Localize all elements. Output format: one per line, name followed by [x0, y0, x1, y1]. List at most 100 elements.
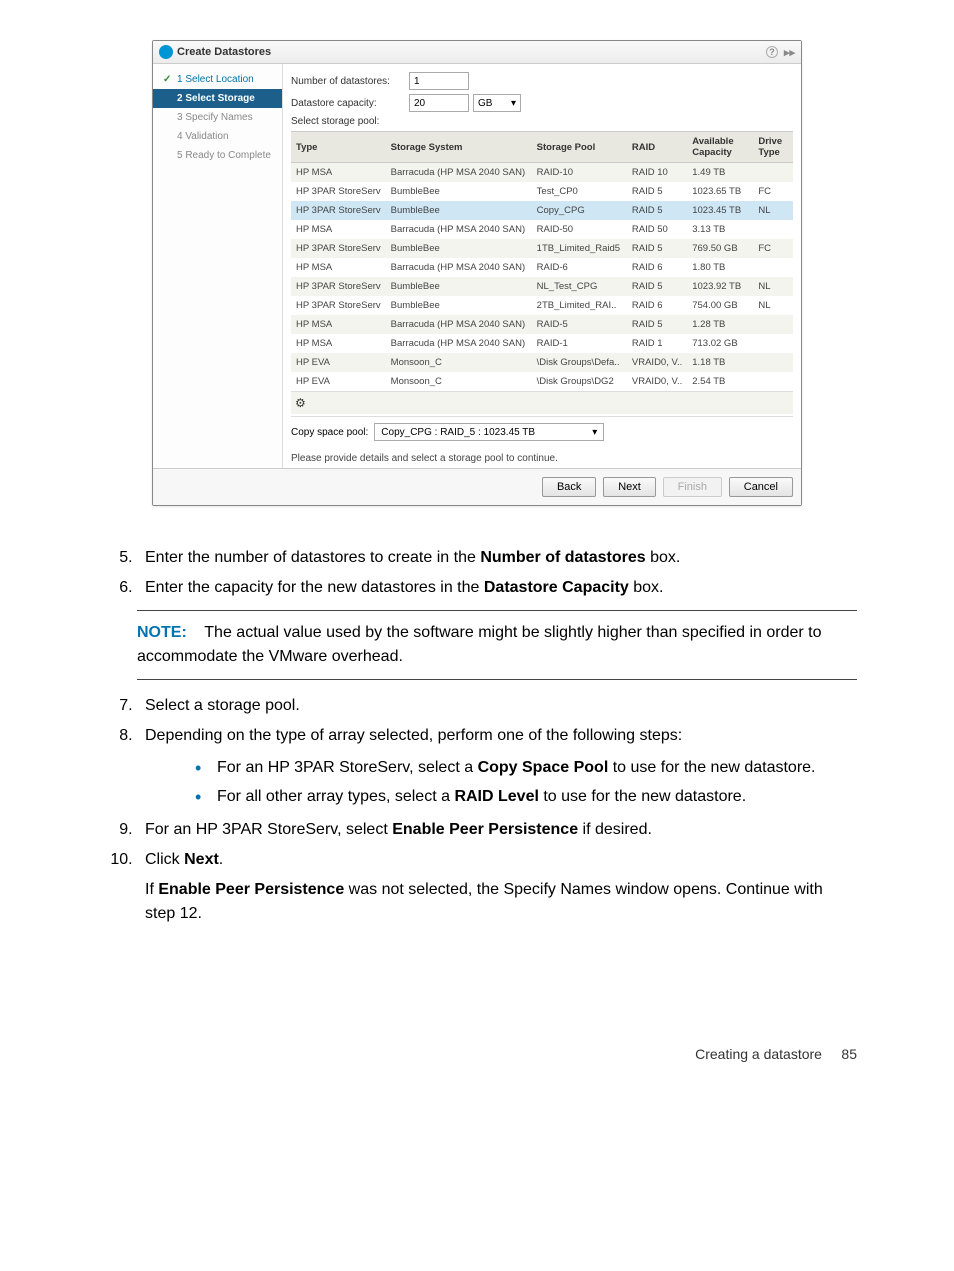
table-cell: HP 3PAR StoreServ — [291, 296, 386, 315]
table-filter-bar: ⚙ — [291, 391, 793, 414]
dialog-title: Create Datastores — [177, 46, 271, 58]
table-cell: BumbleBee — [386, 201, 532, 220]
step-8a: For an HP 3PAR StoreServ, select a Copy … — [195, 754, 857, 783]
table-cell: Test_CP0 — [532, 182, 627, 201]
table-cell: NL — [753, 277, 793, 296]
main-panel: Number of datastores: Datastore capacity… — [283, 64, 801, 468]
table-cell: NL — [753, 296, 793, 315]
table-cell: Barracuda (HP MSA 2040 SAN) — [386, 315, 532, 334]
table-cell: Barracuda (HP MSA 2040 SAN) — [386, 258, 532, 277]
step-7: Select a storage pool. — [137, 694, 857, 718]
table-row[interactable]: HP MSABarracuda (HP MSA 2040 SAN)RAID-6R… — [291, 258, 793, 277]
dialog-footer: Back Next Finish Cancel — [153, 468, 801, 505]
table-row[interactable]: HP 3PAR StoreServBumbleBeeTest_CP0RAID 5… — [291, 182, 793, 201]
table-cell: HP EVA — [291, 372, 386, 391]
table-row[interactable]: HP EVAMonsoon_C\Disk Groups\Defa..VRAID0… — [291, 353, 793, 372]
table-cell: FC — [753, 182, 793, 201]
capacity-unit-select[interactable]: GB ▾ — [473, 94, 521, 112]
num-datastores-input[interactable] — [409, 72, 469, 90]
step-6: Enter the capacity for the new datastore… — [137, 576, 857, 600]
table-cell: 1023.92 TB — [687, 277, 753, 296]
table-cell: 1023.65 TB — [687, 182, 753, 201]
col-capacity[interactable]: Available Capacity — [687, 132, 753, 163]
table-cell: RAID 6 — [627, 296, 687, 315]
col-raid[interactable]: RAID — [627, 132, 687, 163]
table-row[interactable]: HP 3PAR StoreServBumbleBee1TB_Limited_Ra… — [291, 239, 793, 258]
table-cell: 1.28 TB — [687, 315, 753, 334]
table-cell: 1.49 TB — [687, 163, 753, 183]
table-cell: HP MSA — [291, 258, 386, 277]
table-cell — [753, 258, 793, 277]
check-icon: ✓ — [163, 74, 173, 85]
table-cell: RAID 5 — [627, 277, 687, 296]
storage-pool-table: Type Storage System Storage Pool RAID Av… — [291, 131, 793, 391]
col-type[interactable]: Type — [291, 132, 386, 163]
table-cell: NL — [753, 201, 793, 220]
table-cell: Monsoon_C — [386, 372, 532, 391]
wizard-step-5: 5 Ready to Complete — [153, 146, 282, 165]
capacity-input[interactable] — [409, 94, 469, 112]
table-cell: HP 3PAR StoreServ — [291, 239, 386, 258]
footer-page: 85 — [841, 1046, 857, 1062]
table-row[interactable]: HP EVAMonsoon_C\Disk Groups\DG2VRAID0, V… — [291, 372, 793, 391]
step-8b: For all other array types, select a RAID… — [195, 783, 857, 812]
wizard-step-1[interactable]: ✓ 1 Select Location — [153, 70, 282, 89]
help-icon[interactable]: ? — [766, 46, 778, 58]
table-cell: RAID 5 — [627, 239, 687, 258]
table-cell: RAID 50 — [627, 220, 687, 239]
instruction-text: Please provide details and select a stor… — [291, 447, 793, 466]
table-row[interactable]: HP MSABarracuda (HP MSA 2040 SAN)RAID-10… — [291, 163, 793, 183]
table-row[interactable]: HP MSABarracuda (HP MSA 2040 SAN)RAID-50… — [291, 220, 793, 239]
note-label: NOTE: — [137, 624, 187, 641]
wizard-step-2[interactable]: 2 Select Storage — [153, 89, 282, 108]
page-footer: Creating a datastore 85 — [97, 1046, 857, 1062]
table-row[interactable]: HP 3PAR StoreServBumbleBee2TB_Limited_RA… — [291, 296, 793, 315]
table-row[interactable]: HP 3PAR StoreServBumbleBeeCopy_CPGRAID 5… — [291, 201, 793, 220]
next-button[interactable]: Next — [603, 477, 656, 497]
expand-icon[interactable]: ▸▸ — [784, 46, 795, 59]
back-button[interactable]: Back — [542, 477, 596, 497]
wizard-steps: ✓ 1 Select Location 2 Select Storage 3 S… — [153, 64, 283, 468]
finish-button: Finish — [663, 477, 722, 497]
table-cell: 754.00 GB — [687, 296, 753, 315]
table-cell — [753, 372, 793, 391]
table-cell: RAID-5 — [532, 315, 627, 334]
note-block: NOTE: The actual value used by the softw… — [137, 610, 857, 680]
table-cell: RAID 5 — [627, 201, 687, 220]
create-datastores-dialog: Create Datastores ? ▸▸ ✓ 1 Select Locati… — [152, 40, 802, 506]
step-label: 4 Validation — [177, 131, 229, 142]
table-cell: VRAID0, V.. — [627, 353, 687, 372]
cancel-button[interactable]: Cancel — [729, 477, 793, 497]
table-row[interactable]: HP 3PAR StoreServBumbleBeeNL_Test_CPGRAI… — [291, 277, 793, 296]
table-cell: RAID-6 — [532, 258, 627, 277]
table-cell: RAID 5 — [627, 315, 687, 334]
chevron-down-icon: ▾ — [511, 98, 516, 109]
table-cell: RAID 6 — [627, 258, 687, 277]
table-cell: Copy_CPG — [532, 201, 627, 220]
col-system[interactable]: Storage System — [386, 132, 532, 163]
table-cell: \Disk Groups\Defa.. — [532, 353, 627, 372]
table-cell: Monsoon_C — [386, 353, 532, 372]
col-drive[interactable]: Drive Type — [753, 132, 793, 163]
table-row[interactable]: HP MSABarracuda (HP MSA 2040 SAN)RAID-1R… — [291, 334, 793, 353]
copy-space-select[interactable]: Copy_CPG : RAID_5 : 1023.45 TB ▾ — [374, 423, 604, 441]
table-cell: RAID 5 — [627, 182, 687, 201]
table-cell: \Disk Groups\DG2 — [532, 372, 627, 391]
col-pool[interactable]: Storage Pool — [532, 132, 627, 163]
table-cell — [753, 315, 793, 334]
document-body: Enter the number of datastores to create… — [97, 546, 857, 926]
capacity-label: Datastore capacity: — [291, 98, 409, 109]
filter-icon[interactable]: ⚙ — [295, 396, 306, 410]
chevron-down-icon: ▾ — [592, 427, 597, 438]
wizard-step-4: 4 Validation — [153, 127, 282, 146]
footer-section: Creating a datastore — [695, 1046, 822, 1062]
table-cell: Barracuda (HP MSA 2040 SAN) — [386, 163, 532, 183]
table-cell: HP 3PAR StoreServ — [291, 201, 386, 220]
table-cell: HP 3PAR StoreServ — [291, 277, 386, 296]
table-cell: 1.80 TB — [687, 258, 753, 277]
table-cell: BumbleBee — [386, 239, 532, 258]
table-cell: BumbleBee — [386, 182, 532, 201]
step-8: Depending on the type of array selected,… — [137, 724, 857, 812]
table-row[interactable]: HP MSABarracuda (HP MSA 2040 SAN)RAID-5R… — [291, 315, 793, 334]
step-label: 3 Specify Names — [177, 112, 253, 123]
